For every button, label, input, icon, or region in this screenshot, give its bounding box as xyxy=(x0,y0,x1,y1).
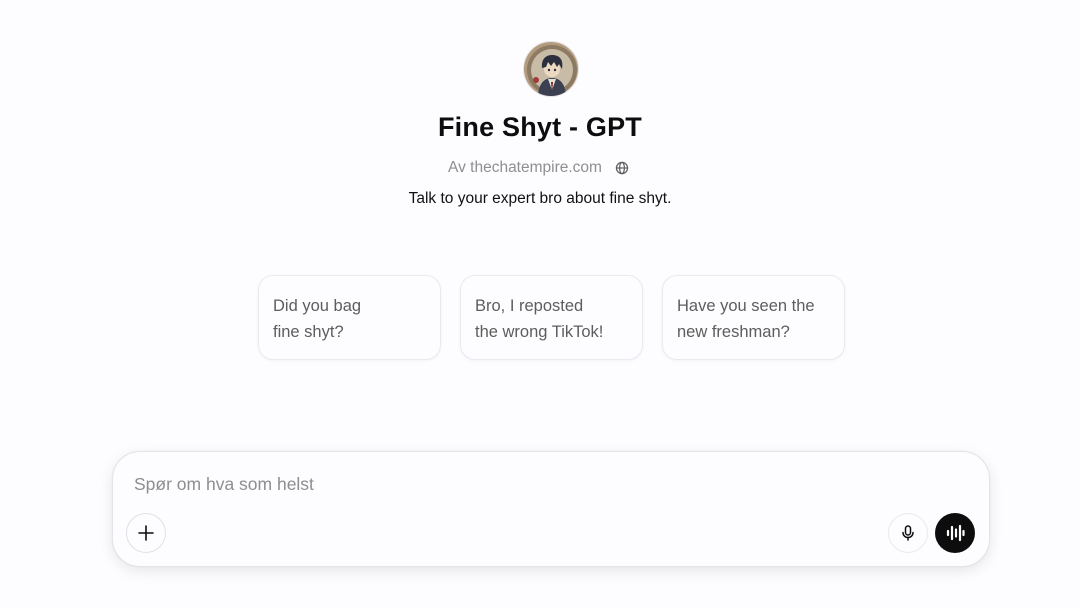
voice-mode-button[interactable] xyxy=(935,513,975,553)
dictate-button[interactable] xyxy=(888,513,928,553)
starter-text-line: Have you seen the xyxy=(677,297,815,315)
gpt-title: Fine Shyt - GPT xyxy=(437,112,642,142)
microphone-icon xyxy=(902,525,914,541)
starter-text-line: Bro, I reposted xyxy=(475,297,584,315)
avatar-image xyxy=(524,42,578,96)
gpt-avatar xyxy=(523,41,579,97)
starter-text-line: new freshman? xyxy=(677,323,790,341)
conversation-starters: Did you bag fine shyt? Bro, I reposted t… xyxy=(258,275,845,360)
starter-card[interactable]: Did you bag fine shyt? xyxy=(258,275,441,360)
starter-text-line: the wrong TikTok! xyxy=(475,323,604,341)
gpt-start-page: Fine Shyt - GPT Av thechatempire.com Tal… xyxy=(0,0,1080,608)
starter-text-line: fine shyt? xyxy=(273,323,344,341)
author-row: Av thechatempire.com xyxy=(0,158,1080,178)
starter-text-line: Did you bag xyxy=(273,297,362,315)
add-attachment-button[interactable] xyxy=(126,513,166,553)
starter-card[interactable]: Bro, I reposted the wrong TikTok! xyxy=(460,275,643,360)
starter-card[interactable]: Have you seen the new freshman? xyxy=(662,275,845,360)
globe-icon[interactable] xyxy=(612,158,632,178)
prompt-input[interactable] xyxy=(134,470,874,498)
author-label: Av thechatempire.com xyxy=(448,159,602,176)
voice-waveform-icon xyxy=(946,524,965,542)
message-composer xyxy=(112,451,990,567)
gpt-description: Talk to your expert bro about fine shyt. xyxy=(408,190,672,207)
plus-icon xyxy=(138,525,154,541)
